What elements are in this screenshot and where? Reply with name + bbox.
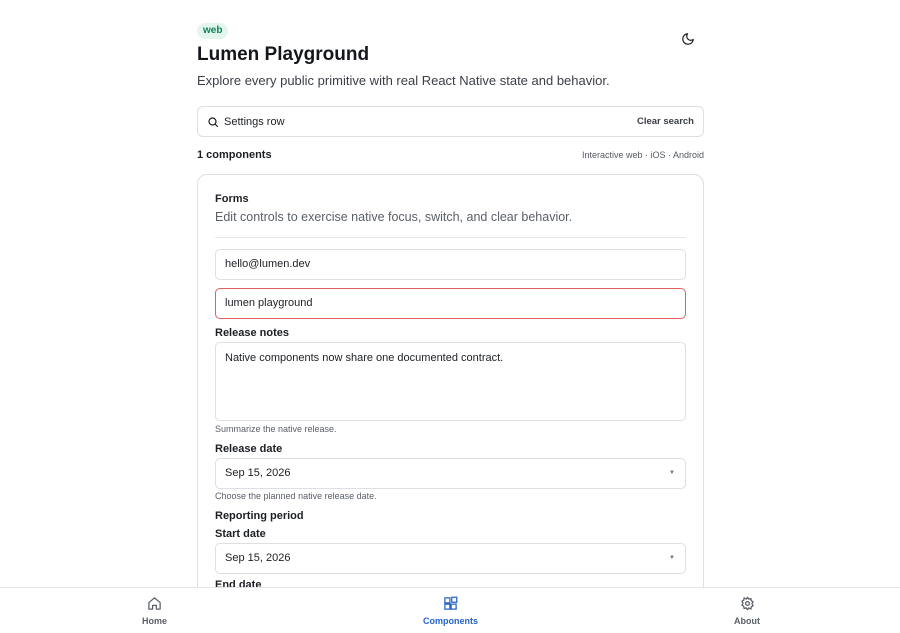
reporting-period-label: Reporting period bbox=[215, 510, 304, 522]
caret-down-icon: ▼ bbox=[669, 555, 675, 561]
release-date-select[interactable]: Sep 15, 2026 ▼ bbox=[215, 458, 686, 489]
start-date-value: Sep 15, 2026 bbox=[225, 552, 291, 564]
gear-icon bbox=[740, 596, 755, 611]
page-subtitle: Explore every public primitive with real… bbox=[197, 73, 610, 88]
components-icon bbox=[443, 596, 458, 611]
home-icon bbox=[147, 596, 162, 611]
page-title: Lumen Playground bbox=[197, 44, 370, 65]
card-description: Edit controls to exercise native focus, … bbox=[215, 210, 573, 224]
moon-icon bbox=[682, 33, 694, 45]
release-date-helper: Choose the planned native release date. bbox=[215, 491, 377, 501]
tab-components-label: Components bbox=[423, 616, 478, 626]
theme-toggle-button[interactable] bbox=[678, 29, 698, 49]
card-title: Forms bbox=[215, 193, 249, 205]
release-notes-label: Release notes bbox=[215, 327, 289, 339]
search-icon bbox=[207, 116, 219, 128]
email-field[interactable]: hello@lumen.dev bbox=[215, 249, 686, 280]
start-date-label: Start date bbox=[215, 528, 266, 540]
tab-home[interactable]: Home bbox=[142, 596, 167, 626]
results-count: 1 components bbox=[197, 149, 272, 161]
start-date-select[interactable]: Sep 15, 2026 ▼ bbox=[215, 543, 686, 574]
tab-about-label: About bbox=[734, 616, 760, 626]
name-field[interactable]: lumen playground bbox=[215, 288, 686, 319]
forms-card: Forms Edit controls to exercise native f… bbox=[197, 174, 704, 614]
search-value[interactable]: Settings row bbox=[224, 116, 637, 128]
release-notes-helper: Summarize the native release. bbox=[215, 424, 337, 434]
release-date-label: Release date bbox=[215, 443, 283, 455]
tab-home-label: Home bbox=[142, 616, 168, 626]
bottom-tab-bar: Home Components About bbox=[0, 587, 900, 633]
platform-badge: web bbox=[197, 23, 229, 39]
tab-components[interactable]: Components bbox=[423, 596, 478, 626]
playground-page: web Lumen Playground Explore every publi… bbox=[0, 0, 900, 633]
divider bbox=[215, 237, 686, 238]
platform-support: Interactive web · iOS · Android bbox=[581, 150, 704, 160]
clear-search-button[interactable]: Clear search bbox=[637, 116, 694, 127]
release-notes-textarea[interactable]: Native components now share one document… bbox=[215, 342, 686, 421]
release-date-value: Sep 15, 2026 bbox=[225, 467, 291, 479]
tab-about[interactable]: About bbox=[734, 596, 760, 626]
search-input[interactable]: Settings row Clear search bbox=[197, 106, 704, 137]
caret-down-icon: ▼ bbox=[669, 470, 675, 476]
